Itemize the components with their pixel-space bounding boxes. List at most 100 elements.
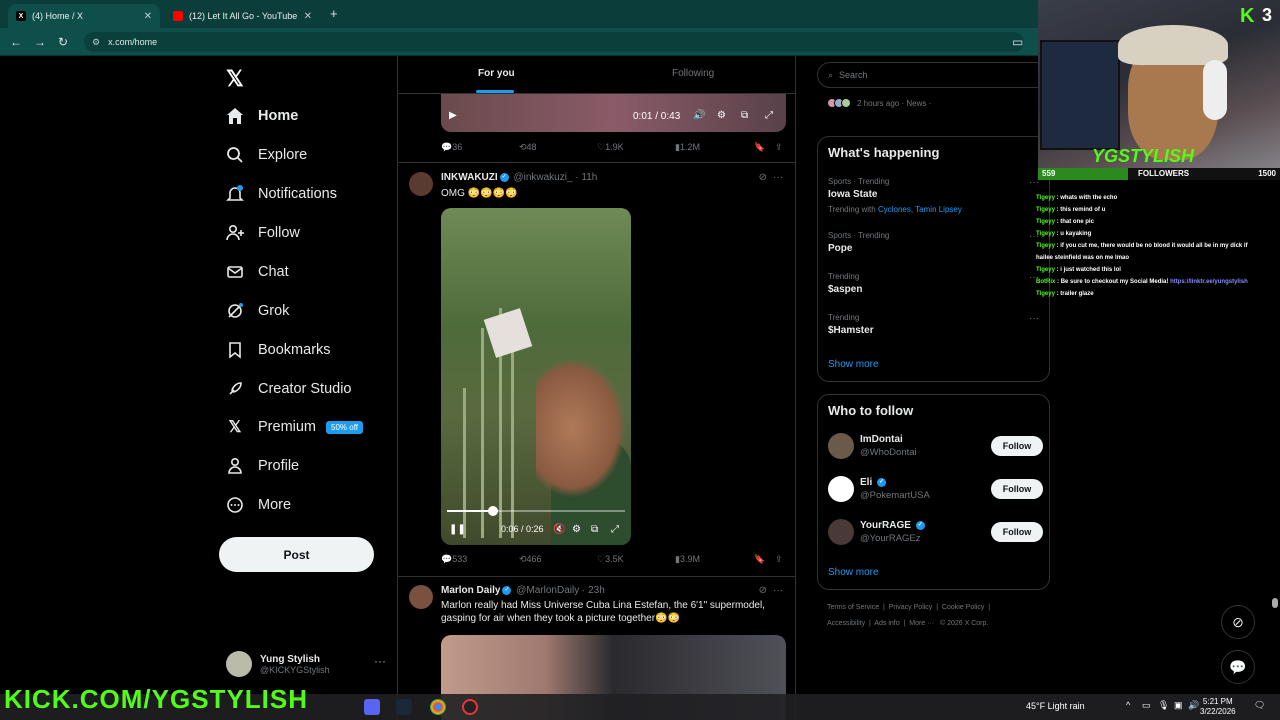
- show-more-link[interactable]: Show more: [828, 567, 879, 578]
- nav-more[interactable]: More: [226, 491, 291, 519]
- author-handle[interactable]: @inkwakuzi_: [513, 172, 572, 183]
- tab-following[interactable]: Following: [672, 68, 714, 79]
- share-icon[interactable]: ⇪: [775, 142, 783, 153]
- trend-item[interactable]: Iowa State: [828, 189, 877, 200]
- tray-app-icon[interactable]: ▭: [1142, 700, 1151, 711]
- microphone-icon[interactable]: 🎙: [1158, 700, 1169, 711]
- notification-icon[interactable]: 🗨: [1254, 700, 1265, 711]
- show-more-link[interactable]: Show more: [828, 359, 879, 370]
- footer-terms-link[interactable]: Terms of Service: [827, 604, 879, 611]
- grok-icon[interactable]: ⊘: [759, 585, 767, 596]
- tweet-time[interactable]: 11h: [581, 172, 597, 183]
- avatar[interactable]: [409, 585, 433, 609]
- settings-icon[interactable]: ⚙: [717, 110, 726, 121]
- video-player[interactable]: ▶ 0:01 / 0:43 🔊 ⚙ ⧉ ⤢: [441, 94, 786, 132]
- news-item[interactable]: 2 hours ago · News ·: [827, 98, 931, 108]
- nav-notifications[interactable]: Notifications: [226, 180, 337, 208]
- close-tab-icon[interactable]: ✕: [144, 11, 152, 22]
- more-dots-icon[interactable]: ···: [1029, 313, 1039, 324]
- like-button[interactable]: ♡ 3.5K: [597, 554, 624, 565]
- network-icon[interactable]: ▣: [1174, 700, 1183, 711]
- follow-button[interactable]: Follow: [991, 479, 1043, 499]
- browser-tab-youtube[interactable]: (12) Let It All Go - YouTube ✕: [165, 4, 320, 28]
- new-tab-icon[interactable]: +: [330, 6, 338, 21]
- reply-button[interactable]: 💬 533: [441, 554, 467, 565]
- footer-cookie-link[interactable]: Cookie Policy: [942, 604, 984, 611]
- nav-chat[interactable]: Chat: [226, 258, 289, 286]
- tray-chevron-icon[interactable]: ^: [1126, 700, 1130, 710]
- author-name[interactable]: Marlon Daily: [441, 585, 500, 596]
- chat-float-button[interactable]: 💬: [1221, 650, 1255, 684]
- follow-suggestion[interactable]: Eli ✓ @PokemartUSA Follow: [828, 476, 1043, 506]
- close-tab-icon[interactable]: ✕: [304, 11, 312, 22]
- follow-button[interactable]: Follow: [991, 436, 1043, 456]
- account-switcher[interactable]: Yung Stylish @KICKYGStylish ···: [226, 646, 386, 682]
- reload-icon[interactable]: ↻: [58, 35, 68, 49]
- x-logo-icon[interactable]: 𝕏: [226, 66, 244, 92]
- fullscreen-icon[interactable]: ⤢: [611, 524, 619, 535]
- grok-icon[interactable]: ⊘: [759, 172, 767, 183]
- footer-more-link[interactable]: More ···: [909, 620, 934, 627]
- nav-grok[interactable]: Grok: [226, 297, 289, 325]
- settings-icon[interactable]: ⚙: [572, 524, 581, 535]
- more-dots-icon[interactable]: ···: [773, 585, 783, 596]
- follow-suggestion[interactable]: YourRAGE ✓ @YourRAGEz Follow: [828, 519, 1043, 549]
- site-info-icon[interactable]: ⚙: [92, 37, 100, 48]
- views-button[interactable]: ▮ 1.2M: [675, 142, 700, 153]
- like-button[interactable]: ♡ 1.9K: [597, 142, 624, 153]
- share-icon[interactable]: ⇪: [775, 554, 783, 565]
- weather-widget[interactable]: 45°F Light rain: [1026, 701, 1085, 711]
- author-name[interactable]: INKWAKUZI: [441, 172, 498, 183]
- tab-for-you[interactable]: For you: [478, 68, 515, 79]
- video-player[interactable]: ❚❚ 0:06 / 0:26 🔇 ⚙ ⧉ ⤢: [441, 208, 631, 545]
- nav-profile[interactable]: Profile: [226, 452, 299, 480]
- repost-button[interactable]: ⟲ 48: [519, 142, 537, 153]
- url-field[interactable]: ⚙ x.com/home: [84, 32, 1024, 52]
- more-dots-icon[interactable]: ···: [773, 172, 783, 183]
- views-button[interactable]: ▮ 3.9M: [675, 554, 700, 565]
- obs-icon[interactable]: [462, 699, 478, 715]
- trend-item[interactable]: Pope: [828, 243, 852, 254]
- tweet-time[interactable]: 23h: [588, 585, 605, 596]
- bookmark-icon[interactable]: 🔖: [754, 554, 765, 565]
- steam-icon[interactable]: [396, 699, 412, 715]
- forward-icon[interactable]: →: [34, 35, 46, 49]
- fullscreen-icon[interactable]: ⤢: [765, 110, 773, 121]
- bookmark-icon[interactable]: 🔖: [754, 142, 765, 153]
- volume-icon[interactable]: 🔊: [1188, 700, 1199, 711]
- trend-item[interactable]: $aspen: [828, 284, 862, 295]
- mute-icon[interactable]: 🔇: [553, 524, 565, 535]
- install-app-icon[interactable]: ▭: [1012, 35, 1023, 49]
- footer-privacy-link[interactable]: Privacy Policy: [889, 604, 933, 611]
- follow-button[interactable]: Follow: [991, 522, 1043, 542]
- picture-in-picture-icon[interactable]: ⧉: [591, 524, 598, 535]
- nav-premium[interactable]: 𝕏 Premium 50% off: [226, 413, 363, 441]
- picture-in-picture-icon[interactable]: ⧉: [741, 110, 748, 121]
- scrollbar-thumb[interactable]: [1272, 598, 1278, 608]
- browser-tab-x-home[interactable]: X (4) Home / X ✕: [8, 4, 160, 28]
- play-icon[interactable]: ▶: [449, 110, 457, 121]
- back-icon[interactable]: ←: [10, 35, 22, 49]
- taskbar-clock[interactable]: 5:21 PM 3/22/2026: [1200, 697, 1236, 717]
- nav-creator-studio[interactable]: Creator Studio: [226, 375, 352, 403]
- pause-icon[interactable]: ❚❚: [449, 524, 466, 535]
- discord-icon[interactable]: [364, 699, 380, 715]
- footer-accessibility-link[interactable]: Accessibility: [827, 620, 865, 627]
- trend-related-link[interactable]: Cyclones, Tamin Lipsey: [878, 205, 962, 214]
- nav-home[interactable]: Home: [226, 102, 298, 130]
- nav-follow[interactable]: Follow: [226, 219, 300, 247]
- search-input[interactable]: ⌕ Search: [817, 62, 1050, 88]
- nav-explore[interactable]: Explore: [226, 141, 307, 169]
- avatar[interactable]: [409, 172, 433, 196]
- nav-bookmarks[interactable]: Bookmarks: [226, 336, 331, 364]
- video-progress-bar[interactable]: [447, 506, 625, 516]
- grok-float-button[interactable]: ⊘: [1221, 605, 1255, 639]
- post-button[interactable]: Post: [219, 537, 374, 572]
- repost-button[interactable]: ⟲ 466: [519, 554, 542, 565]
- chrome-icon[interactable]: [430, 699, 446, 715]
- video-scrubber-handle[interactable]: [488, 506, 499, 516]
- footer-ads-link[interactable]: Ads info: [874, 620, 899, 627]
- author-handle[interactable]: @MarlonDaily: [516, 585, 579, 596]
- trend-item[interactable]: $Hamster: [828, 325, 874, 336]
- reply-button[interactable]: 💬 36: [441, 142, 462, 153]
